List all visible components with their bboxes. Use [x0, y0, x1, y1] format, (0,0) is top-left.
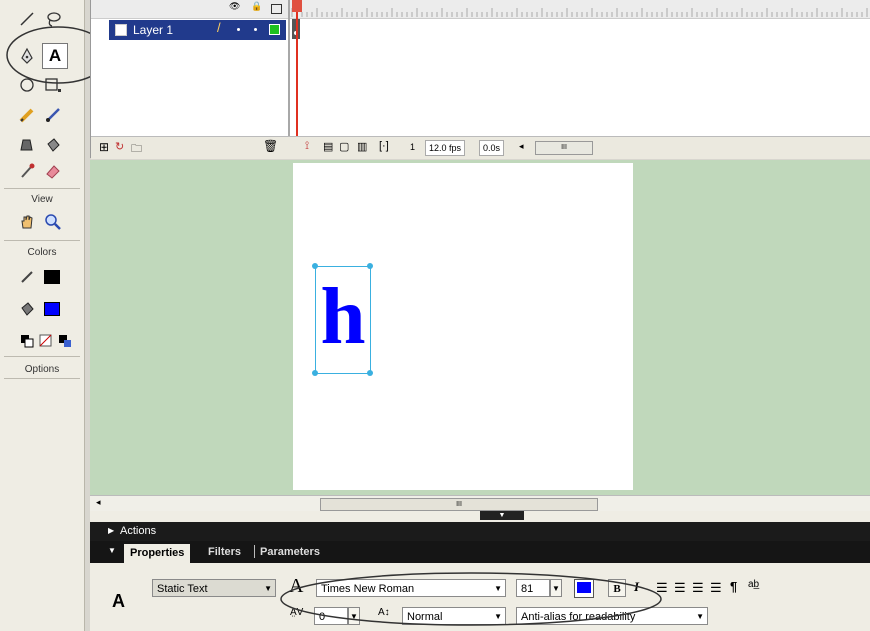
fill-color-swatch[interactable] [44, 302, 60, 316]
text-type-value: Static Text [157, 583, 208, 595]
rectangle-tool-icon[interactable] [42, 74, 64, 96]
text-type-select[interactable]: Static Text ▼ [152, 579, 276, 597]
options-section-label: Options [24, 364, 60, 375]
stroke-color-swatch[interactable] [44, 270, 60, 284]
layer-outline-color-icon[interactable] [269, 24, 280, 35]
zoom-tool-icon[interactable] [42, 211, 64, 233]
add-layer-icon[interactable]: ⊞ [99, 140, 109, 154]
brush-tool-icon[interactable] [42, 104, 64, 126]
stage-horizontal-scrollbar[interactable]: ◂ III [90, 495, 870, 512]
oval-tool-icon[interactable] [16, 74, 38, 96]
layer-page-icon [115, 24, 127, 36]
align-right-icon[interactable]: ☰ [692, 580, 704, 596]
text-orientation-icon[interactable]: ab̲ [748, 579, 759, 590]
highlight-ellipse-properties [280, 572, 662, 626]
panel-splitter[interactable]: ▼ [90, 511, 870, 522]
frame-rate[interactable]: 12.0 fps [425, 140, 466, 156]
fill-color-bucket-icon [16, 298, 38, 320]
layers-header: 👁 🔒 [91, 0, 288, 19]
actions-panel-header[interactable]: ▶ Actions [90, 522, 870, 541]
view-section-label: View [31, 194, 53, 205]
add-motion-guide-icon[interactable]: ↻ [115, 140, 124, 153]
center-frame-icon[interactable]: ⟟ [305, 140, 309, 153]
text-handle-bottom-left[interactable] [312, 370, 318, 376]
toolbar-divider [4, 240, 80, 241]
tab-filters[interactable]: Filters [208, 546, 241, 558]
timeline-scroll-thumb[interactable]: III [535, 141, 593, 155]
eraser-tool-icon[interactable] [42, 160, 64, 182]
frame-grid[interactable] [290, 19, 870, 135]
properties-panel-tabs: ▼ Properties Filters Parameters [90, 541, 870, 563]
outline-column-icon [271, 4, 282, 14]
timeline-panel: 👁 🔒 Layer 1 / ⊞ ↻ 🗀 🗑 ⟟ ▤ ▢ ▥ [·] 1 12.0… [90, 0, 870, 159]
eye-column-icon: 👁 [229, 1, 241, 11]
pencil-tool-icon[interactable] [16, 104, 38, 126]
onion-skin-outlines-icon[interactable]: ▢ [339, 140, 349, 153]
justify-icon[interactable]: ☰ [710, 580, 722, 596]
align-center-icon[interactable]: ☰ [674, 580, 686, 596]
timeline-status-bar: ⊞ ↻ 🗀 🗑 ⟟ ▤ ▢ ▥ [·] 1 12.0 fps 0.0s ◂ II… [91, 136, 870, 159]
ink-bottle-tool-icon[interactable] [16, 134, 38, 156]
chevron-down-icon: ▼ [264, 584, 272, 593]
scroll-left-icon[interactable]: ◂ [96, 497, 101, 508]
timeline-scroll-left-icon[interactable]: ◂ [519, 141, 524, 152]
layer-row-layer-1[interactable]: Layer 1 / [109, 20, 286, 40]
text-handle-top-right[interactable] [367, 263, 373, 269]
text-box[interactable]: h [315, 266, 371, 374]
stage-scroll-thumb[interactable]: III [320, 498, 598, 511]
tab-divider [254, 545, 255, 558]
colors-section-label: Colors [27, 247, 57, 258]
tools-panel: A View Colors Options [0, 0, 110, 631]
visibility-dot-icon[interactable] [237, 28, 240, 31]
onion-skin-icon[interactable]: ▤ [323, 140, 333, 153]
text-handle-bottom-right[interactable] [367, 370, 373, 376]
lock-dot-icon[interactable] [254, 28, 257, 31]
collapse-panels-icon[interactable]: ▼ [480, 511, 524, 520]
pencil-edit-icon: / [217, 20, 221, 35]
toolbar-divider [4, 378, 80, 379]
expand-arrow-icon: ▶ [108, 526, 115, 535]
layers-panel: 👁 🔒 Layer 1 / [91, 0, 290, 158]
text-tool-indicator-icon: A [112, 591, 125, 611]
elapsed-time: 0.0s [479, 140, 505, 156]
collapse-arrow-icon[interactable]: ▼ [108, 546, 116, 555]
pasteboard[interactable]: h [90, 160, 870, 495]
stroke-color-pencil-icon [16, 266, 38, 288]
tab-properties[interactable]: Properties [124, 544, 191, 563]
frame-ruler-ticks [291, 8, 868, 17]
toolbar-divider [4, 356, 80, 357]
text-handle-top-left[interactable] [312, 263, 318, 269]
frame-ruler[interactable] [290, 0, 870, 19]
playhead[interactable] [296, 0, 298, 136]
paragraph-format-icon[interactable]: ¶ [730, 579, 737, 594]
chevron-down-icon: ▼ [696, 612, 704, 621]
stage-text[interactable]: h [316, 271, 370, 361]
lock-column-icon: 🔒 [251, 1, 263, 11]
stage[interactable]: h [293, 163, 633, 490]
toolbar-divider [4, 188, 80, 189]
hand-tool-icon[interactable] [16, 211, 38, 233]
swap-colors-icon[interactable] [54, 330, 76, 352]
modify-onion-markers-icon[interactable]: [·] [379, 140, 389, 152]
tab-parameters[interactable]: Parameters [260, 546, 320, 558]
actions-label: Actions [120, 525, 157, 537]
playhead-handle[interactable] [292, 0, 302, 12]
paint-bucket-tool-icon[interactable] [42, 134, 64, 156]
properties-panel: A Static Text ▼ A Times New Roman ▼ 81 ▼… [90, 563, 870, 631]
edit-multiple-frames-icon[interactable]: ▥ [357, 140, 367, 153]
eyedropper-tool-icon[interactable] [16, 160, 38, 182]
delete-layer-icon[interactable]: 🗑 [263, 139, 278, 153]
add-folder-icon[interactable]: 🗀 [131, 140, 142, 159]
layer-name: Layer 1 [133, 23, 174, 37]
current-frame: 1 [410, 142, 416, 152]
